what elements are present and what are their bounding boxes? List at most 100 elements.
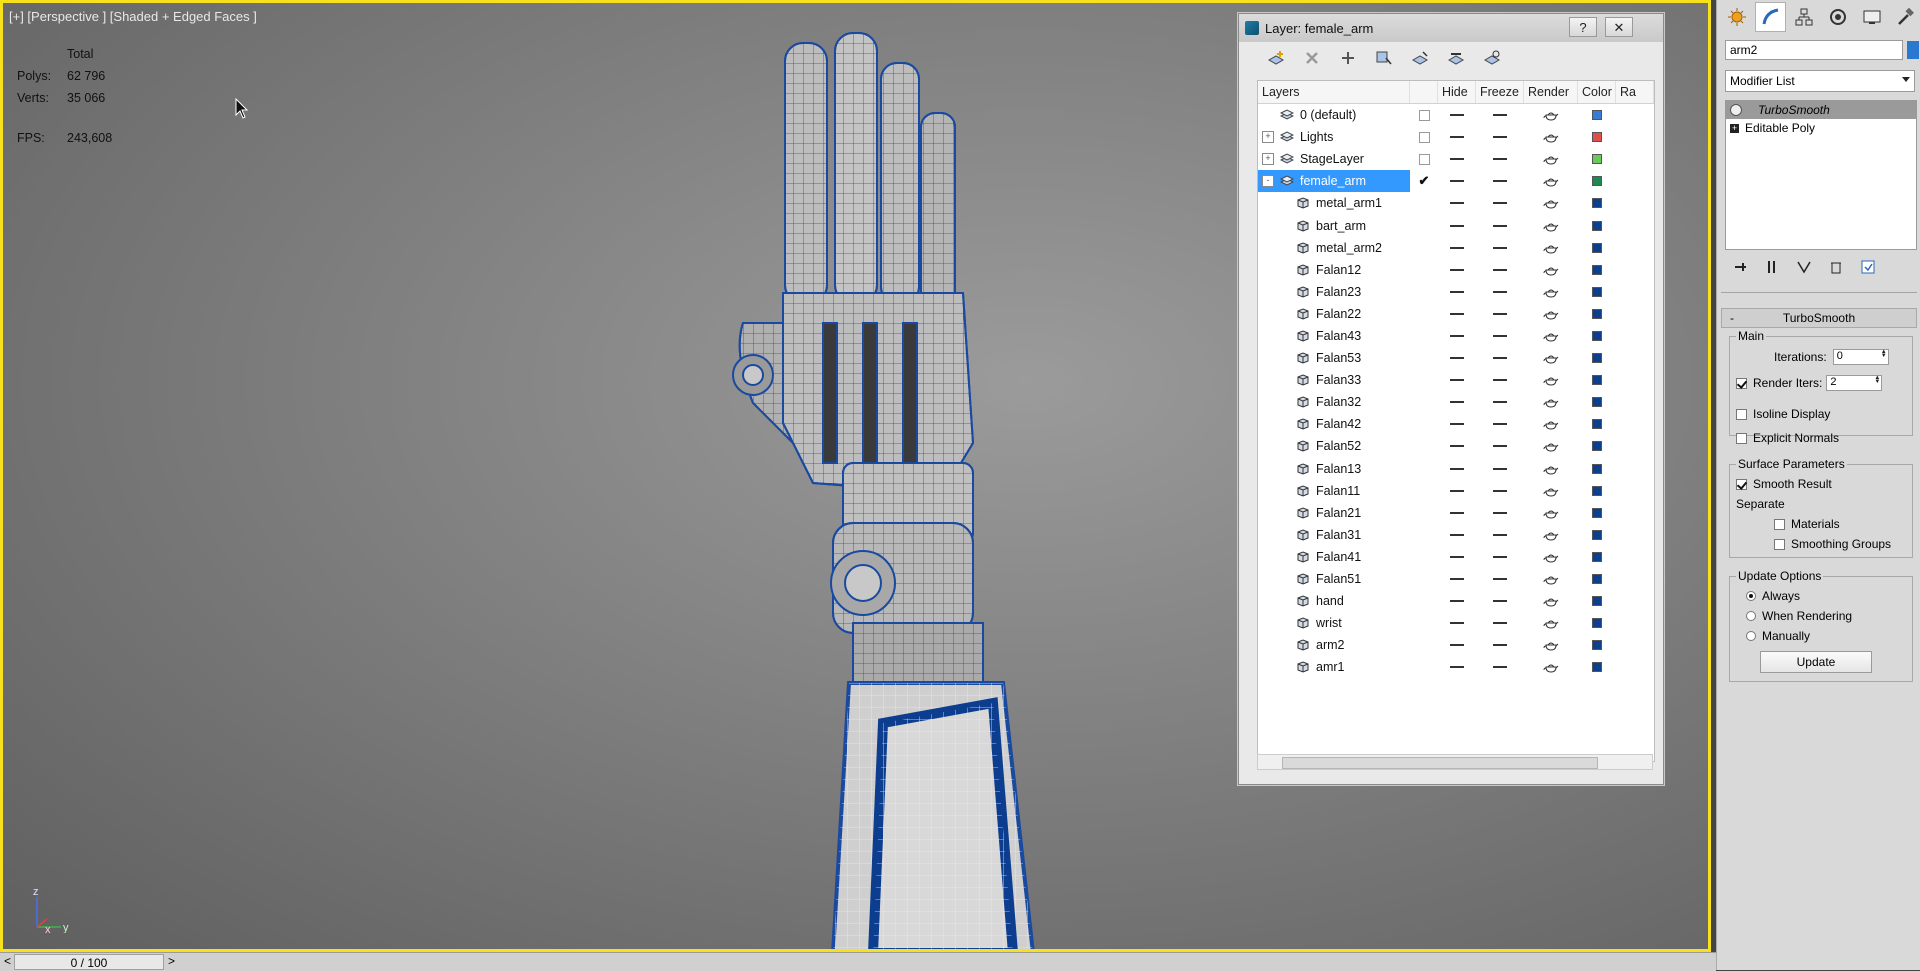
freeze-toggle[interactable] xyxy=(1493,511,1507,514)
layer-color-swatch[interactable] xyxy=(1592,574,1602,585)
teapot-render-icon[interactable] xyxy=(1543,418,1559,430)
freeze-toggle[interactable] xyxy=(1493,114,1507,117)
freeze-toggle[interactable] xyxy=(1493,423,1507,426)
modifier-stack[interactable]: TurboSmooth + Editable Poly xyxy=(1725,100,1917,250)
col-radiosity[interactable]: Ra xyxy=(1616,81,1654,103)
layer-row[interactable]: wrist xyxy=(1258,612,1654,634)
layer-color-swatch[interactable] xyxy=(1592,242,1602,253)
expand-toggle-icon[interactable]: + xyxy=(1262,131,1274,144)
freeze-toggle[interactable] xyxy=(1493,290,1507,293)
current-layer-checkbox[interactable] xyxy=(1418,153,1430,165)
teapot-render-icon[interactable] xyxy=(1543,485,1559,497)
layer-color-swatch[interactable] xyxy=(1592,308,1602,319)
expand-plus-icon[interactable]: + xyxy=(1730,123,1739,133)
teapot-render-icon[interactable] xyxy=(1543,529,1559,541)
teapot-render-icon[interactable] xyxy=(1543,551,1559,563)
teapot-render-icon[interactable] xyxy=(1543,197,1559,209)
update-button[interactable]: Update xyxy=(1760,651,1872,673)
layer-color-swatch[interactable] xyxy=(1592,154,1602,165)
remove-modifier-button[interactable] xyxy=(1827,258,1845,276)
render-iters-checkbox[interactable] xyxy=(1736,377,1747,389)
hide-toggle[interactable] xyxy=(1450,334,1464,337)
hide-toggle[interactable] xyxy=(1450,489,1464,492)
teapot-render-icon[interactable] xyxy=(1543,396,1559,408)
teapot-render-icon[interactable] xyxy=(1543,330,1559,342)
tab-motion[interactable] xyxy=(1822,2,1854,32)
hide-toggle[interactable] xyxy=(1450,467,1464,470)
layer-row[interactable]: Falan53 xyxy=(1258,347,1654,369)
hide-toggle[interactable] xyxy=(1450,224,1464,227)
hide-toggle[interactable] xyxy=(1450,555,1464,558)
modifier-list-dropdown[interactable]: Modifier List xyxy=(1725,70,1915,92)
tab-hierarchy[interactable] xyxy=(1788,2,1820,32)
teapot-render-icon[interactable] xyxy=(1543,573,1559,585)
layer-row[interactable]: Falan12 xyxy=(1258,259,1654,281)
rollout-header[interactable]: - TurboSmooth xyxy=(1721,308,1917,328)
freeze-all-button[interactable] xyxy=(1479,46,1505,70)
freeze-toggle[interactable] xyxy=(1493,224,1507,227)
layer-color-swatch[interactable] xyxy=(1592,353,1602,364)
expand-toggle-icon[interactable]: - xyxy=(1262,175,1274,188)
teapot-render-icon[interactable] xyxy=(1543,463,1559,475)
layer-color-swatch[interactable] xyxy=(1592,640,1602,651)
layer-row[interactable]: Falan22 xyxy=(1258,303,1654,325)
layer-color-swatch[interactable] xyxy=(1592,662,1602,673)
freeze-toggle[interactable] xyxy=(1493,180,1507,183)
layer-color-swatch[interactable] xyxy=(1592,596,1602,607)
layer-table[interactable]: Layers Hide Freeze Render Color Ra 0 (de… xyxy=(1257,80,1655,762)
viewport-label[interactable]: [+] [Perspective ] [Shaded + Edged Faces… xyxy=(9,9,257,24)
create-layer-button[interactable] xyxy=(1263,46,1289,70)
layer-color-swatch[interactable] xyxy=(1592,529,1602,540)
freeze-toggle[interactable] xyxy=(1493,533,1507,536)
layer-color-swatch[interactable] xyxy=(1592,463,1602,474)
freeze-toggle[interactable] xyxy=(1493,600,1507,603)
hide-toggle[interactable] xyxy=(1450,379,1464,382)
col-hide[interactable]: Hide xyxy=(1438,81,1476,103)
freeze-toggle[interactable] xyxy=(1493,401,1507,404)
freeze-toggle[interactable] xyxy=(1493,246,1507,249)
layer-row[interactable]: 0 (default) xyxy=(1258,104,1654,126)
close-button[interactable]: ✕ xyxy=(1605,17,1633,37)
hide-toggle[interactable] xyxy=(1450,290,1464,293)
freeze-toggle[interactable] xyxy=(1493,489,1507,492)
col-color[interactable]: Color xyxy=(1578,81,1616,103)
teapot-render-icon[interactable] xyxy=(1543,617,1559,629)
teapot-render-icon[interactable] xyxy=(1543,507,1559,519)
hide-toggle[interactable] xyxy=(1450,136,1464,139)
freeze-toggle[interactable] xyxy=(1493,622,1507,625)
layer-row[interactable]: Falan52 xyxy=(1258,435,1654,457)
teapot-render-icon[interactable] xyxy=(1543,131,1559,143)
stack-item-editable-poly[interactable]: + Editable Poly xyxy=(1726,119,1916,137)
teapot-render-icon[interactable] xyxy=(1543,109,1559,121)
smooth-result-checkbox[interactable] xyxy=(1736,478,1747,490)
freeze-toggle[interactable] xyxy=(1493,467,1507,470)
scrollbar-thumb[interactable] xyxy=(1282,757,1598,769)
manually-radio[interactable] xyxy=(1746,631,1756,641)
lightbulb-icon[interactable] xyxy=(1730,104,1742,116)
add-to-layer-button[interactable] xyxy=(1335,46,1361,70)
teapot-render-icon[interactable] xyxy=(1543,242,1559,254)
layer-row[interactable]: - female_arm ✔ xyxy=(1258,170,1654,193)
layer-row[interactable]: bart_arm xyxy=(1258,214,1654,236)
layer-row[interactable]: + StageLayer xyxy=(1258,148,1654,170)
layer-row[interactable]: + Lights xyxy=(1258,126,1654,148)
freeze-toggle[interactable] xyxy=(1493,379,1507,382)
layer-color-swatch[interactable] xyxy=(1592,485,1602,496)
teapot-render-icon[interactable] xyxy=(1543,661,1559,673)
layer-row[interactable]: Falan51 xyxy=(1258,568,1654,590)
freeze-toggle[interactable] xyxy=(1493,136,1507,139)
freeze-toggle[interactable] xyxy=(1493,578,1507,581)
teapot-render-icon[interactable] xyxy=(1543,286,1559,298)
tab-display[interactable] xyxy=(1856,2,1888,32)
hide-toggle[interactable] xyxy=(1450,622,1464,625)
freeze-toggle[interactable] xyxy=(1493,445,1507,448)
teapot-render-icon[interactable] xyxy=(1543,264,1559,276)
col-render[interactable]: Render xyxy=(1524,81,1578,103)
layer-row[interactable]: amr1 xyxy=(1258,656,1654,678)
layer-color-swatch[interactable] xyxy=(1592,441,1602,452)
explicit-normals-checkbox[interactable] xyxy=(1736,432,1747,444)
layer-color-swatch[interactable] xyxy=(1592,419,1602,430)
teapot-render-icon[interactable] xyxy=(1543,639,1559,651)
col-layers[interactable]: Layers xyxy=(1258,81,1410,103)
tab-modify[interactable] xyxy=(1754,2,1787,32)
